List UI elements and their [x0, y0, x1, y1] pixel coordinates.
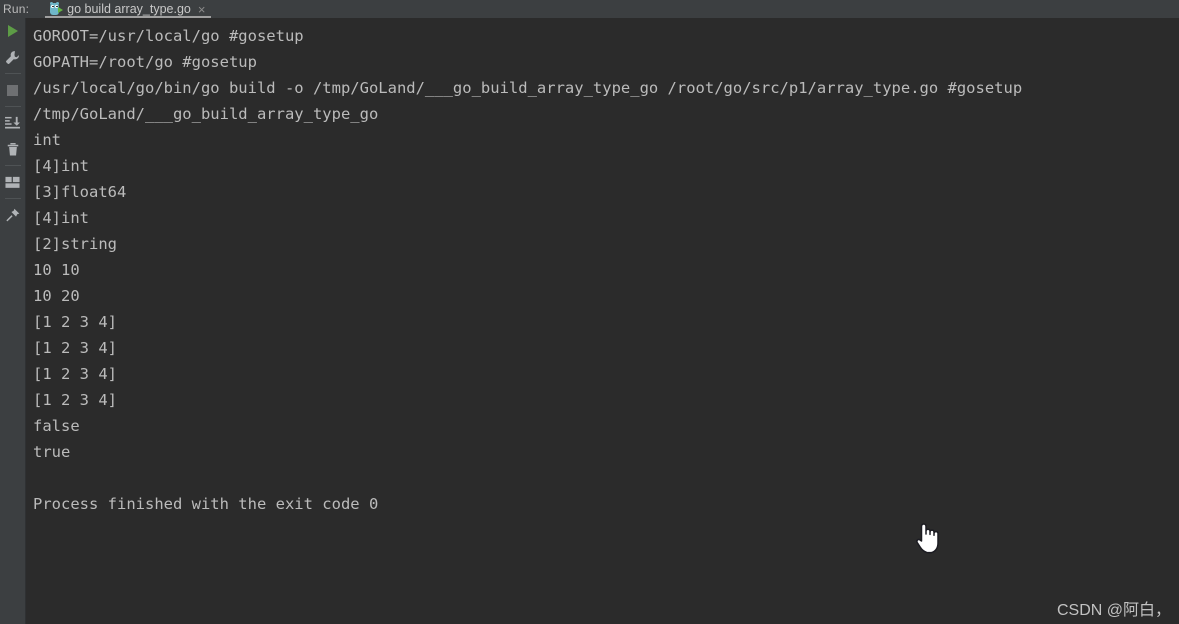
stop-icon — [7, 84, 18, 96]
clear-all-button[interactable] — [0, 136, 26, 162]
console-line: [2]string — [33, 235, 117, 253]
run-toolwindow-header: Run: go build array_type.go × — [0, 0, 1179, 18]
wrench-icon — [6, 50, 19, 64]
trash-icon — [7, 142, 18, 155]
scroll-to-end-icon — [5, 116, 20, 129]
console-line: [4]int — [33, 157, 89, 175]
console-line: true — [33, 443, 71, 461]
toolbar-separator — [4, 73, 21, 74]
console-line: /usr/local/go/bin/go build -o /tmp/GoLan… — [33, 79, 1023, 97]
scroll-to-end-button[interactable] — [0, 110, 26, 136]
layout-button[interactable] — [0, 169, 26, 195]
pin-tab-button[interactable] — [0, 202, 26, 228]
console-line: [1 2 3 4] — [33, 313, 117, 331]
console-line: [1 2 3 4] — [33, 391, 117, 409]
console-line: 10 10 — [33, 261, 80, 279]
layout-icon — [5, 176, 20, 188]
play-icon — [7, 25, 18, 37]
console-line: /tmp/GoLand/___go_build_array_type_go — [33, 105, 379, 123]
stop-button[interactable] — [0, 77, 26, 103]
go-gopher-run-icon — [49, 2, 64, 16]
console-line: int — [33, 131, 61, 149]
console-line: [4]int — [33, 209, 89, 227]
rerun-button[interactable] — [0, 18, 26, 44]
console-line: [3]float64 — [33, 183, 127, 201]
console-line: false — [33, 417, 80, 435]
console-line: GOROOT=/usr/local/go #gosetup — [33, 27, 304, 45]
console-line: [1 2 3 4] — [33, 339, 117, 357]
toolbar-separator — [4, 165, 21, 166]
console-line: GOPATH=/root/go #gosetup — [33, 53, 257, 71]
console-line: [1 2 3 4] — [33, 365, 117, 383]
toolbar-separator — [4, 198, 21, 199]
toolbar-separator — [4, 106, 21, 107]
settings-button[interactable] — [0, 44, 26, 70]
console-line: 10 20 — [33, 287, 80, 305]
run-tab-label: go build array_type.go — [67, 2, 191, 16]
pin-icon — [5, 208, 19, 222]
run-side-toolbar — [0, 18, 26, 624]
close-icon[interactable]: × — [195, 3, 206, 16]
run-tab-go-build[interactable]: go build array_type.go × — [45, 0, 212, 18]
console-output[interactable]: GOROOT=/usr/local/go #gosetup GOPATH=/roo… — [27, 18, 1179, 624]
console-line: Process finished with the exit code 0 — [33, 495, 379, 513]
run-toolwindow-label: Run: — [3, 2, 30, 16]
